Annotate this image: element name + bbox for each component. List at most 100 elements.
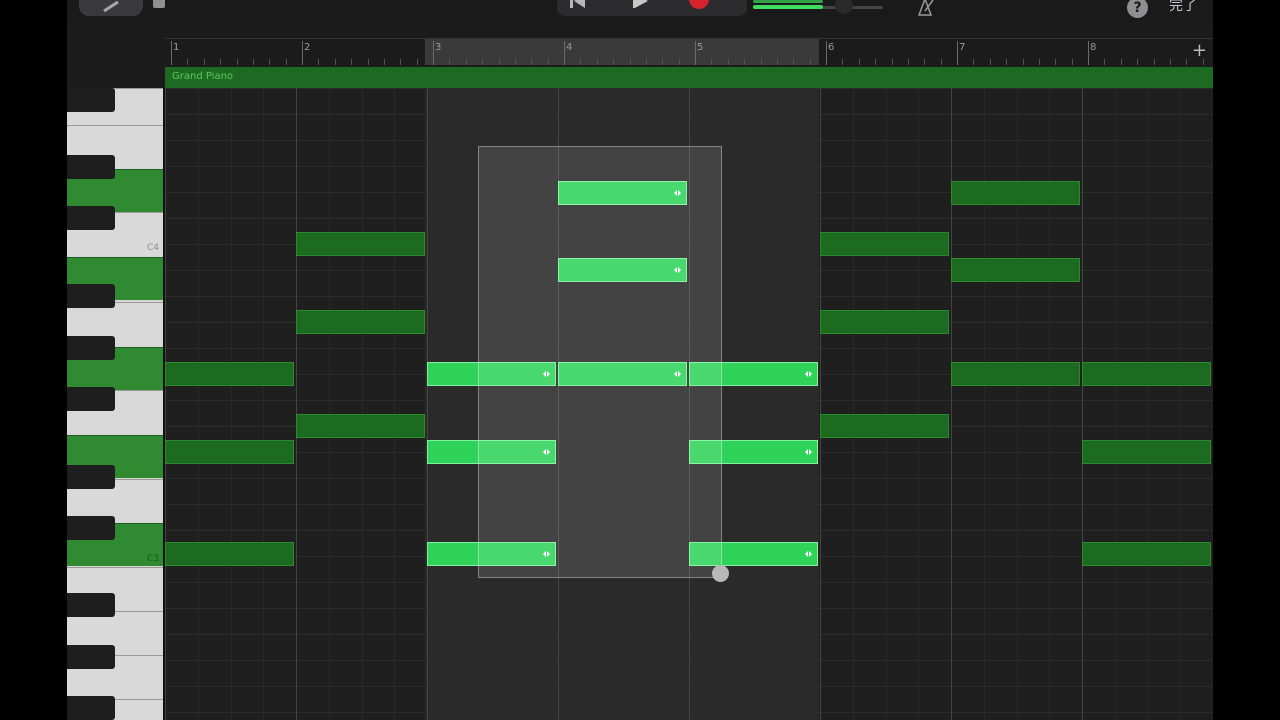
note[interactable] bbox=[820, 310, 949, 334]
grid-beat-line bbox=[1082, 88, 1083, 720]
play-button[interactable] bbox=[619, 0, 659, 10]
marquee-selection[interactable] bbox=[478, 146, 722, 578]
black-key[interactable] bbox=[67, 155, 115, 179]
note[interactable] bbox=[820, 232, 949, 256]
note[interactable] bbox=[165, 362, 294, 386]
black-key[interactable] bbox=[67, 645, 115, 669]
transport-controls bbox=[557, 0, 747, 16]
black-key[interactable] bbox=[67, 206, 115, 230]
minor-tick bbox=[744, 59, 746, 65]
metronome-button[interactable] bbox=[913, 0, 937, 18]
key-label-c4: C4 bbox=[146, 243, 159, 253]
bar-tick bbox=[826, 41, 827, 65]
minor-tick bbox=[1006, 59, 1008, 65]
minor-tick bbox=[776, 59, 778, 65]
help-button[interactable]: ? bbox=[1127, 0, 1148, 18]
note[interactable] bbox=[1082, 542, 1211, 566]
black-key[interactable] bbox=[67, 387, 115, 411]
resize-handle-icon[interactable] bbox=[805, 371, 812, 377]
bar-number: 2 bbox=[304, 42, 311, 53]
add-icon[interactable]: + bbox=[1192, 39, 1207, 63]
record-button[interactable] bbox=[679, 0, 719, 10]
minor-tick bbox=[793, 59, 795, 65]
note[interactable] bbox=[296, 310, 425, 334]
timeline-ruler[interactable]: 1 2 3 4 5 6 7 8 + bbox=[165, 38, 1213, 67]
skip-back-button[interactable] bbox=[557, 0, 597, 10]
grid-beat-line bbox=[394, 88, 396, 720]
grid-beat-line bbox=[820, 88, 821, 720]
stop-icon[interactable] bbox=[153, 0, 165, 8]
bar-tick bbox=[302, 41, 303, 65]
black-key[interactable] bbox=[67, 465, 115, 489]
minor-tick bbox=[858, 59, 860, 65]
minor-tick bbox=[383, 59, 385, 65]
bar-tick bbox=[171, 41, 172, 65]
grid-beat-line bbox=[754, 88, 756, 720]
note[interactable] bbox=[296, 414, 425, 438]
note[interactable] bbox=[820, 414, 949, 438]
minor-tick bbox=[891, 59, 893, 65]
minor-tick bbox=[875, 59, 877, 65]
minor-tick bbox=[449, 59, 451, 65]
black-key[interactable] bbox=[67, 88, 115, 112]
minor-tick bbox=[662, 59, 664, 65]
note[interactable] bbox=[165, 440, 294, 464]
minor-tick bbox=[907, 59, 909, 65]
note[interactable] bbox=[165, 542, 294, 566]
bar-number: 4 bbox=[566, 42, 573, 53]
black-key[interactable] bbox=[67, 696, 115, 720]
record-icon bbox=[689, 0, 709, 9]
pencil-tool-button[interactable] bbox=[79, 0, 143, 16]
minor-tick bbox=[252, 59, 254, 65]
bar-number: 6 bbox=[828, 42, 835, 53]
minor-tick bbox=[1055, 59, 1057, 65]
note[interactable] bbox=[1082, 362, 1211, 386]
minor-tick bbox=[498, 59, 500, 65]
grid-beat-line bbox=[165, 88, 166, 720]
master-volume-slider[interactable] bbox=[753, 0, 888, 14]
minor-tick bbox=[236, 59, 238, 65]
bar-tick bbox=[564, 41, 565, 65]
bar-number: 3 bbox=[435, 42, 442, 53]
note[interactable] bbox=[951, 258, 1080, 282]
black-key[interactable] bbox=[67, 516, 115, 540]
grid-beat-line bbox=[1147, 88, 1149, 720]
minor-tick bbox=[1137, 59, 1139, 65]
bar-tick bbox=[957, 41, 958, 65]
piano-keyboard[interactable]: C4 C3 bbox=[67, 88, 165, 720]
note[interactable] bbox=[296, 232, 425, 256]
grid-beat-line bbox=[1114, 88, 1116, 720]
resize-handle-icon[interactable] bbox=[805, 551, 812, 557]
minor-tick bbox=[547, 59, 549, 65]
black-key[interactable] bbox=[67, 593, 115, 617]
minor-tick bbox=[334, 59, 336, 65]
black-key[interactable] bbox=[67, 284, 115, 308]
done-button[interactable]: 完了 bbox=[1165, 0, 1201, 16]
volume-knob[interactable] bbox=[835, 0, 853, 14]
bar-tick bbox=[433, 41, 434, 65]
bar-tick bbox=[1088, 41, 1089, 65]
minor-tick bbox=[318, 59, 320, 65]
minor-tick bbox=[711, 59, 713, 65]
grid-beat-line bbox=[296, 88, 297, 720]
black-key[interactable] bbox=[67, 336, 115, 360]
grid-beat-line bbox=[263, 88, 265, 720]
minor-tick bbox=[645, 59, 647, 65]
grid-beat-line bbox=[230, 88, 232, 720]
key-label-c3: C3 bbox=[146, 554, 159, 564]
region-name: Grand Piano bbox=[172, 71, 234, 82]
note[interactable] bbox=[951, 362, 1080, 386]
minor-tick bbox=[465, 59, 467, 65]
grid-beat-line bbox=[787, 88, 789, 720]
resize-handle-icon[interactable] bbox=[805, 449, 812, 455]
bar-number: 8 bbox=[1090, 42, 1097, 53]
minor-tick bbox=[924, 59, 926, 65]
grid-beat-line bbox=[885, 88, 887, 720]
minor-tick bbox=[514, 59, 516, 65]
region-header[interactable]: Grand Piano bbox=[165, 67, 1213, 89]
note[interactable] bbox=[951, 181, 1080, 205]
note[interactable] bbox=[1082, 440, 1211, 464]
minor-tick bbox=[285, 59, 287, 65]
skip-back-icon bbox=[570, 0, 585, 8]
marquee-resize-handle[interactable] bbox=[712, 565, 729, 582]
